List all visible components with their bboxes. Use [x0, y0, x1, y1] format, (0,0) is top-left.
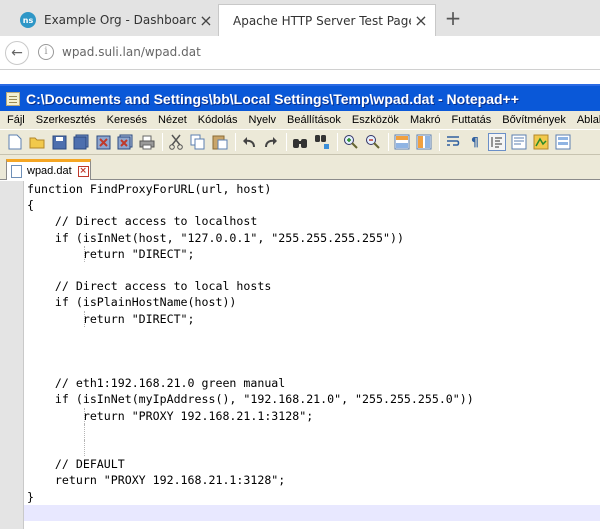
code-line: // Direct access to local hosts [27, 279, 272, 294]
toolbar-separator [235, 133, 236, 151]
browser-tab-apache[interactable]: Apache HTTP Server Test Page po... × [218, 4, 436, 36]
code-line: // Direct access to localhost [27, 214, 258, 229]
menu-bar: Fájl Szerkesztés Keresés Nézet Kódolás Nyelv B… [0, 111, 600, 129]
menu-item[interactable]: Makró [403, 114, 445, 126]
sync-horizontal-icon[interactable] [415, 133, 433, 151]
function-list-icon[interactable] [554, 133, 572, 151]
menu-item[interactable]: Keresés [100, 114, 151, 126]
new-tab-button[interactable]: + [442, 8, 464, 30]
code-editor[interactable]: function FindProxyForURL(url, host) { // … [0, 181, 600, 529]
code-line: // eth1:192.168.21.0 green manual [27, 376, 286, 391]
menu-item[interactable]: Futtatás [445, 114, 496, 126]
close-file-icon[interactable] [94, 133, 112, 151]
show-all-chars-icon[interactable]: ¶ [466, 133, 484, 151]
browser-tab-title: Apache HTTP Server Test Page po... [233, 13, 411, 28]
window-title: C:\Documents and Settings\bb\Local Setti… [26, 90, 519, 107]
org-favicon-icon: ns [20, 12, 36, 28]
code-line: } [27, 489, 34, 504]
close-tab-icon[interactable]: × [77, 165, 89, 177]
toolbar-separator [388, 133, 389, 151]
indent-guide-line [84, 440, 85, 457]
menu-item[interactable]: Ablak [570, 114, 600, 126]
close-icon[interactable]: × [411, 11, 431, 30]
browser-tab-title: Example Org - Dashboard [44, 13, 196, 27]
menu-item[interactable]: Eszközök [345, 114, 403, 126]
close-icon[interactable]: × [196, 11, 216, 30]
menu-item[interactable]: Szerkesztés [29, 114, 100, 126]
zoom-out-icon[interactable] [364, 133, 382, 151]
toolbar-separator [439, 133, 440, 151]
word-wrap-icon[interactable] [444, 133, 462, 151]
menu-item[interactable]: Bővítmények [495, 114, 570, 126]
save-icon[interactable] [50, 133, 68, 151]
document-tab-wpad[interactable]: wpad.dat × [6, 159, 91, 180]
editor-gutter [0, 181, 24, 529]
undo-icon[interactable] [240, 133, 258, 151]
back-arrow-icon[interactable]: ← [5, 41, 29, 65]
notepad-app-icon [6, 91, 20, 106]
zoom-in-icon[interactable] [342, 133, 360, 151]
code-line [24, 440, 600, 457]
menu-item[interactable]: Kódolás [191, 114, 242, 126]
browser-tab-strip: ns Example Org - Dashboard × Apache HTTP… [0, 0, 600, 36]
code-line: if (isPlainHostName(host)) [27, 295, 237, 310]
paste-icon[interactable] [211, 133, 229, 151]
indent-guide-line [84, 245, 85, 262]
document-tab-label: wpad.dat [27, 165, 72, 177]
replace-icon[interactable] [313, 133, 331, 151]
info-icon[interactable]: i [38, 44, 54, 60]
save-all-icon[interactable] [72, 133, 90, 151]
code-line: return "PROXY 192.168.21.1:3128"; [27, 407, 314, 424]
current-code-line [24, 504, 600, 521]
code-line: return "DIRECT"; [27, 310, 195, 327]
copy-icon[interactable] [189, 133, 207, 151]
user-defined-language-icon[interactable] [510, 133, 528, 151]
indent-guide-icon[interactable] [488, 133, 506, 151]
redo-icon[interactable] [262, 133, 280, 151]
code-line: if (isInNet(host, "127.0.0.1", "255.255.… [27, 230, 404, 245]
code-line: // DEFAULT [27, 457, 125, 472]
code-line: function FindProxyForURL(url, host) [27, 182, 272, 196]
indent-guide-line [84, 310, 85, 327]
sync-vertical-icon[interactable] [393, 133, 411, 151]
code-line: return "DIRECT"; [27, 245, 195, 262]
print-icon[interactable] [138, 133, 156, 151]
notepad-title-bar: C:\Documents and Settings\bb\Local Setti… [0, 84, 600, 111]
code-line: return "PROXY 192.168.21.1:3128"; [27, 473, 286, 488]
document-tab-bar: wpad.dat × [0, 155, 600, 180]
open-file-icon[interactable] [28, 133, 46, 151]
code-line: if (isInNet(myIpAddress(), "192.168.21.0… [27, 392, 474, 407]
code-area[interactable]: function FindProxyForURL(url, host) { // … [24, 181, 600, 529]
browser-tab-dashboard[interactable]: ns Example Org - Dashboard × [8, 4, 220, 36]
address-bar: ← i wpad.suli.lan/wpad.dat [0, 36, 600, 70]
close-all-icon[interactable] [116, 133, 134, 151]
menu-item[interactable]: Nyelv [242, 114, 281, 126]
toolbar-separator [162, 133, 163, 151]
find-icon[interactable] [291, 133, 309, 151]
new-file-icon[interactable] [6, 133, 24, 151]
menu-item[interactable]: Fájl [0, 114, 29, 126]
indent-guide-line [84, 407, 85, 424]
code-line [24, 423, 600, 440]
cut-icon[interactable] [167, 133, 185, 151]
toolbar-separator [286, 133, 287, 151]
url-field[interactable]: wpad.suli.lan/wpad.dat [62, 45, 201, 59]
code-line: { [27, 198, 34, 213]
doc-map-icon[interactable] [532, 133, 550, 151]
menu-item[interactable]: Nézet [151, 114, 191, 126]
toolbar-separator [337, 133, 338, 151]
indent-guide-line [84, 423, 85, 440]
toolbar: ¶ [0, 129, 600, 155]
document-icon [11, 164, 22, 178]
menu-item[interactable]: Beállítások [280, 114, 345, 126]
